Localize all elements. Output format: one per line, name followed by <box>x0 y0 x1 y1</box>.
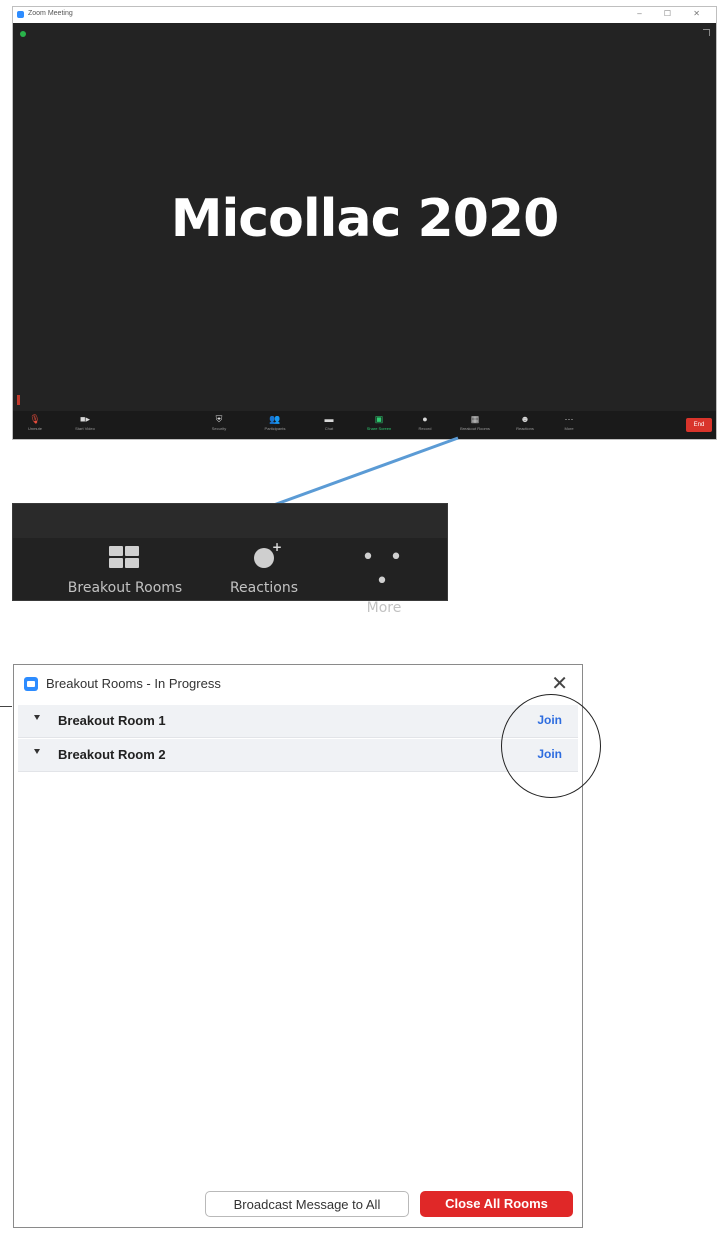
grid-icon: ▦ <box>470 414 480 424</box>
recording-indicator <box>17 395 20 405</box>
room-name: Breakout Room 2 <box>58 747 166 762</box>
side-divider <box>0 706 12 707</box>
fullscreen-icon[interactable] <box>703 29 710 36</box>
more-label: More <box>366 600 402 616</box>
dialog-title: Breakout Rooms - In Progress <box>46 676 221 691</box>
toolbar-reactions-button[interactable]: ☻ Reactions <box>505 413 545 433</box>
shield-icon: ⛨ <box>215 414 223 424</box>
close-all-rooms-button[interactable]: Close All Rooms <box>420 1191 573 1217</box>
smile-icon: + <box>252 540 282 570</box>
end-meeting-button[interactable]: End <box>686 418 712 432</box>
reactions-button[interactable]: + Reactions <box>219 540 309 596</box>
window-controls[interactable]: – ☐ ✕ <box>637 9 710 18</box>
toolbar-unmute-button[interactable]: 🎙 Unmute <box>15 413 55 433</box>
toolbar-breakout-rooms-button[interactable]: ▦ Breakout Rooms <box>455 413 495 433</box>
meeting-title: Micollac 2020 <box>170 189 560 249</box>
toolbar-record-button[interactable]: ● Record <box>405 413 445 433</box>
breakout-rooms-label: Breakout Rooms <box>67 580 183 596</box>
toolbar-detail-top <box>13 504 447 538</box>
encryption-shield-icon[interactable] <box>20 31 26 37</box>
zoomed-toolbar-detail: Breakout Rooms + Reactions • • • More <box>12 503 448 616</box>
toolbar-share-screen-button[interactable]: ▣ Share Screen <box>359 413 399 433</box>
toolbar-participants-button[interactable]: 👥 Participants <box>255 413 295 433</box>
toolbar-more-button[interactable]: ··· More <box>549 413 589 433</box>
smile-icon: ☻ <box>520 414 530 424</box>
zoom-meeting-window: Zoom Meeting – ☐ ✕ Micollac 2020 🎙 Unmut… <box>12 6 717 440</box>
room-row-2[interactable]: Breakout Room 2 Join <box>18 739 578 772</box>
caret-down-icon[interactable] <box>34 715 40 720</box>
dots-icon: • • • <box>361 545 407 594</box>
chat-icon: ▬ <box>324 414 334 424</box>
caret-down-icon[interactable] <box>34 749 40 754</box>
video-icon: ■▸ <box>80 414 90 424</box>
toolbar-chat-button[interactable]: ▬ Chat <box>309 413 349 433</box>
breakout-rooms-dialog: Breakout Rooms - In Progress ✕ Breakout … <box>13 664 583 1228</box>
toolbar-start-video-button[interactable]: ■▸ Start Video <box>65 413 105 433</box>
record-icon: ● <box>422 414 428 424</box>
share-icon: ▣ <box>374 414 384 424</box>
breakout-rooms-button[interactable]: Breakout Rooms <box>55 546 195 596</box>
people-icon: 👥 <box>269 414 281 424</box>
broadcast-message-button[interactable]: Broadcast Message to All <box>205 1191 409 1217</box>
close-icon[interactable]: ✕ <box>551 671 568 696</box>
zoom-camera-icon <box>24 677 38 691</box>
zoom-app-icon <box>17 11 24 18</box>
room-row-1[interactable]: Breakout Room 1 Join <box>18 705 578 738</box>
window-title: Zoom Meeting <box>28 10 73 17</box>
dots-icon: ··· <box>564 414 574 424</box>
meeting-video-area: Micollac 2020 <box>13 23 716 411</box>
grid-icon <box>109 546 141 570</box>
more-button[interactable]: • • • More <box>349 545 419 617</box>
room-name: Breakout Room 1 <box>58 713 166 728</box>
meeting-toolbar: 🎙 Unmute ■▸ Start Video ⛨ Security 👥 Par… <box>13 411 716 439</box>
reactions-label: Reactions <box>229 580 299 596</box>
mic-icon: 🎙 <box>29 414 41 424</box>
dialog-header: Breakout Rooms - In Progress ✕ <box>14 665 582 703</box>
annotation-circle <box>501 694 601 798</box>
window-titlebar: Zoom Meeting – ☐ ✕ <box>13 7 716 24</box>
toolbar-security-button[interactable]: ⛨ Security <box>199 413 239 433</box>
